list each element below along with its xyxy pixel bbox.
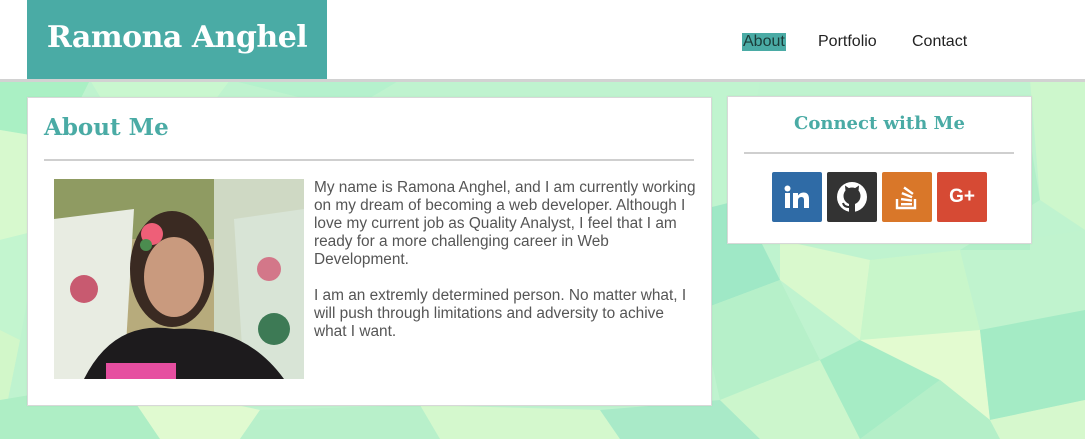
about-heading: About Me	[44, 114, 169, 141]
linkedin-button[interactable]	[772, 172, 822, 222]
profile-photo	[54, 179, 304, 379]
stackoverflow-button[interactable]	[882, 172, 932, 222]
site-title[interactable]: Ramona Anghel	[27, 0, 327, 79]
connect-heading: Connect with Me	[794, 113, 965, 134]
divider	[744, 152, 1014, 154]
google-plus-icon: G+	[949, 186, 975, 207]
site-header: Ramona Anghel About Portfolio Contact	[0, 0, 1085, 82]
nav-about[interactable]: About	[742, 33, 786, 51]
google-plus-button[interactable]: G+	[937, 172, 987, 222]
nav-contact[interactable]: Contact	[912, 33, 967, 51]
github-icon	[837, 182, 867, 212]
divider	[44, 159, 694, 161]
linkedin-icon	[784, 185, 809, 208]
nav-portfolio[interactable]: Portfolio	[818, 33, 877, 51]
stackoverflow-icon	[895, 186, 917, 210]
about-card: About Me My name is Ramona Anghel, and I…	[27, 97, 712, 406]
connect-card: Connect with Me G+	[727, 96, 1032, 244]
about-paragraph: My name is Ramona Anghel, and I am curre…	[314, 179, 696, 268]
about-text: My name is Ramona Anghel, and I am curre…	[314, 179, 699, 359]
about-paragraph: I am an extremly determined person. No m…	[314, 287, 687, 340]
github-button[interactable]	[827, 172, 877, 222]
